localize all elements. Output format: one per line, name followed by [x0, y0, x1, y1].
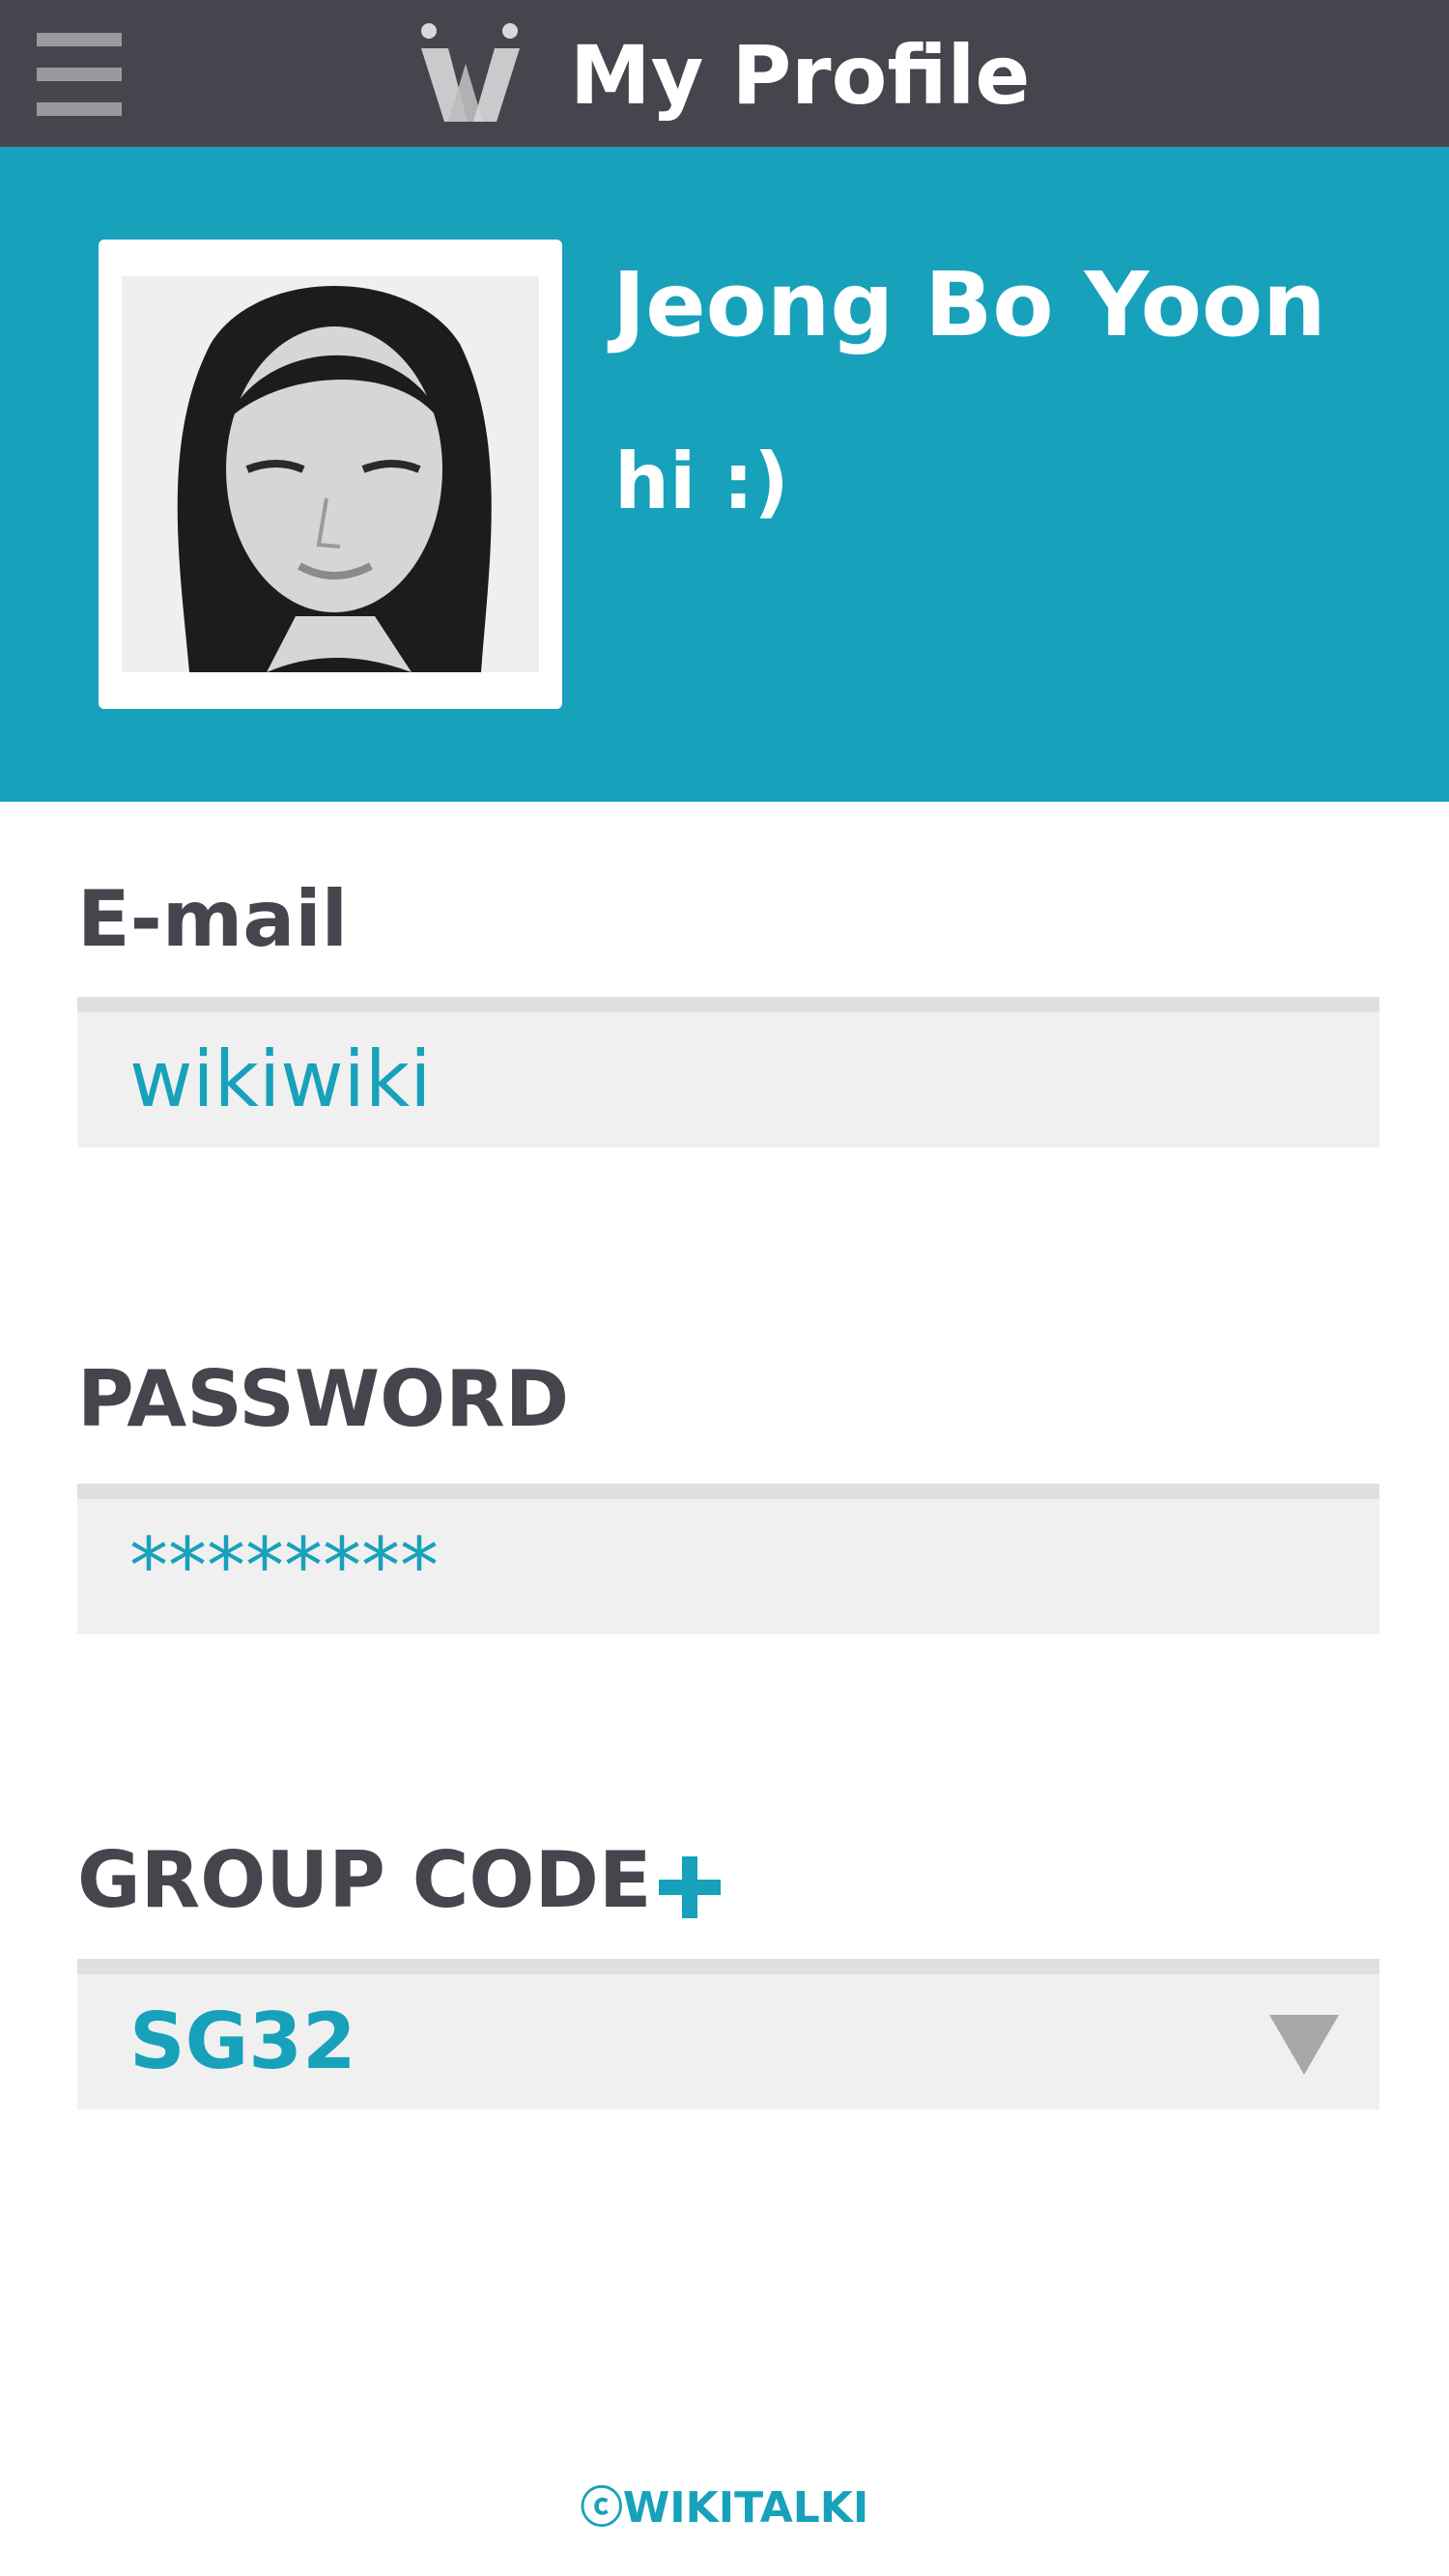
- group-code-select[interactable]: SG32: [77, 1959, 1379, 2109]
- hamburger-menu-icon[interactable]: [37, 33, 122, 116]
- top-bar: My Profile: [0, 0, 1449, 147]
- email-value: wikiwiki: [129, 1034, 432, 1124]
- password-label: PASSWORD: [77, 1354, 570, 1444]
- password-value: ********: [129, 1521, 439, 1611]
- group-code-value: SG32: [129, 1996, 356, 2086]
- email-field[interactable]: wikiwiki: [77, 997, 1379, 1147]
- wikitalki-logo-icon: [421, 23, 520, 122]
- avatar[interactable]: [99, 240, 562, 709]
- plus-icon[interactable]: [659, 1856, 721, 1918]
- profile-header: Jeong Bo Yoon hi :): [0, 147, 1449, 802]
- email-label: E-mail: [77, 874, 349, 964]
- password-field[interactable]: ********: [77, 1484, 1379, 1634]
- profile-name: Jeong Bo Yoon: [612, 253, 1326, 356]
- copyright-footer: ⓒWIKITALKI: [580, 2483, 869, 2533]
- profile-status: hi :): [614, 437, 789, 526]
- group-code-label: GROUP CODE: [77, 1835, 652, 1925]
- dropdown-arrow-icon[interactable]: [1269, 2015, 1339, 2075]
- profile-photo: [122, 276, 539, 672]
- page-title: My Profile: [570, 28, 1031, 123]
